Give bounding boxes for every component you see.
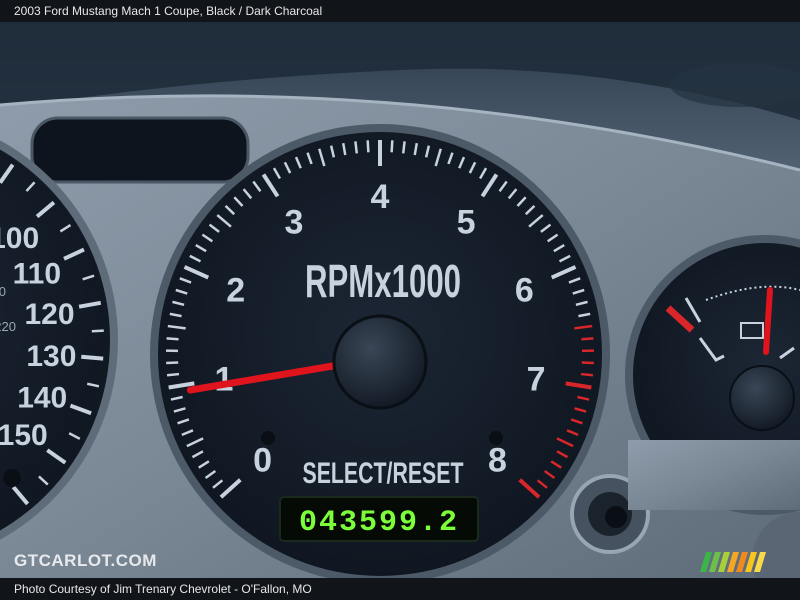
speedo-number-130: 130 <box>26 340 76 373</box>
speedometer-screw <box>3 469 21 487</box>
tach-number-8: 8 <box>488 442 507 480</box>
tach-number-3: 3 <box>284 203 303 241</box>
tach-tick <box>166 337 179 341</box>
speedo-tick <box>81 354 104 361</box>
credit-bar: Photo Courtesy of Jim Trenary Chevrolet … <box>0 578 800 600</box>
voltage-needle <box>763 287 773 355</box>
odometer-display: 043599.2 <box>279 496 479 542</box>
knob-center <box>605 506 627 528</box>
tach-number-7: 7 <box>527 361 546 399</box>
needle-hub <box>332 314 428 410</box>
brand-stripes-logo <box>700 552 766 572</box>
speedo-inner-number-200: 200 <box>0 284 6 299</box>
tach-number-2: 2 <box>226 272 245 310</box>
watermark: GTCARLOT.COM <box>14 551 157 570</box>
tach-tick <box>366 140 370 153</box>
tachometer: 012345678 RPMx1000 SELECT/RESET 043599.2 <box>150 124 610 578</box>
tach-number-4: 4 <box>371 178 390 216</box>
tach-tick <box>580 372 594 377</box>
speedo-number-140: 140 <box>17 381 67 414</box>
tach-tick <box>354 141 359 154</box>
speedo-number-100: 100 <box>0 222 39 255</box>
speedo-number-120: 120 <box>25 298 75 331</box>
tach-tick <box>581 337 594 341</box>
warning-light-window <box>30 116 250 184</box>
tach-number-5: 5 <box>457 203 476 241</box>
speedo-number-150: 150 <box>0 419 48 452</box>
speedo-tick <box>91 329 104 333</box>
voltage-needle-hub <box>729 365 795 431</box>
photo-title: 2003 Ford Mustang Mach 1 Coupe, Black / … <box>14 4 323 18</box>
tach-tick <box>390 140 394 153</box>
select-reset-label: SELECT/RESET <box>302 455 463 490</box>
dashboard-photo: 100110120130140150 200220 012345678 RPMx… <box>0 22 800 578</box>
voltage-gauge-cutoff <box>628 440 800 510</box>
speedo-inner-number-220: 220 <box>0 319 16 334</box>
tach-number-6: 6 <box>515 272 534 310</box>
speedo-number-110: 110 <box>13 258 61 291</box>
tach-tick <box>166 372 180 377</box>
tachometer-screw-right <box>489 431 503 445</box>
caption-bar: 2003 Ford Mustang Mach 1 Coupe, Black / … <box>0 0 800 22</box>
photo-credit: Photo Courtesy of Jim Trenary Chevrolet … <box>14 582 312 596</box>
tachometer-label: RPMx1000 <box>305 256 461 307</box>
instrument-cluster: 100110120130140150 200220 012345678 RPMx… <box>0 22 800 578</box>
tachometer-screw-left <box>261 431 275 445</box>
tach-tick <box>581 361 594 365</box>
tach-number-0: 0 <box>253 442 272 480</box>
tach-tick <box>166 361 179 365</box>
odometer-value: 043599.2 <box>299 506 459 540</box>
tach-tick <box>401 141 406 154</box>
